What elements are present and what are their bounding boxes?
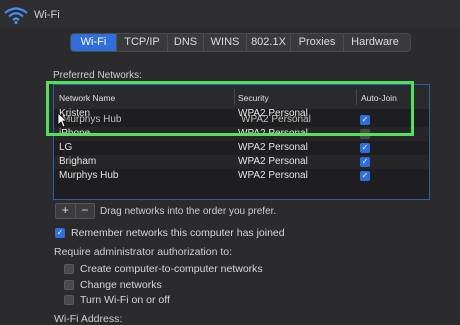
auto-join-checkbox[interactable]: ✓	[360, 171, 370, 181]
table-row-brigham[interactable]: Brigham WPA2 Personal ✓	[54, 155, 429, 169]
admin-authorization-label: Require administrator authorization to:	[54, 246, 233, 258]
table-row-iphone[interactable]: iPhone WPA2 Personal ✓	[54, 127, 429, 141]
change-networks-option[interactable]: Change networks	[64, 279, 162, 291]
column-network-name[interactable]: Network Name	[59, 93, 115, 103]
network-name: LG	[59, 142, 73, 153]
network-name: Murphys Hub	[59, 170, 119, 181]
remember-networks-checkbox[interactable]: ✓	[55, 228, 65, 238]
security-value: WPA2 Personal	[238, 170, 308, 181]
create-network-label: Create computer-to-computer networks	[80, 263, 263, 275]
tab-wifi[interactable]: Wi-Fi	[71, 34, 117, 51]
auto-join-checkbox[interactable]: ✓	[360, 143, 370, 153]
toggle-wifi-checkbox[interactable]	[64, 295, 74, 305]
preferred-networks-table[interactable]: Network Name Security Auto-Join Kristen …	[53, 84, 430, 200]
auto-join-checkbox[interactable]: ✓	[360, 115, 370, 125]
dragged-security-value: WPA2 Personal	[241, 114, 311, 125]
column-divider	[356, 89, 357, 105]
table-header: Network Name Security Auto-Join	[54, 85, 429, 109]
change-networks-label: Change networks	[80, 279, 162, 291]
auto-join-checkbox[interactable]: ✓	[360, 157, 370, 167]
dragged-network-name: Murphys Hub	[62, 114, 122, 125]
network-name: iPhone	[59, 128, 91, 139]
change-networks-checkbox[interactable]	[64, 280, 74, 290]
wifi-icon	[4, 7, 28, 25]
table-row-murphys-hub[interactable]: Murphys Hub WPA2 Personal ✓	[54, 169, 429, 183]
tab-8021x[interactable]: 802.1X	[247, 34, 291, 51]
security-value: WPA2 Personal	[238, 128, 308, 139]
tab-dns[interactable]: DNS	[168, 34, 204, 51]
add-remove-control: + −	[55, 203, 95, 219]
network-name: Brigham	[59, 156, 97, 167]
column-auto-join[interactable]: Auto-Join	[361, 93, 397, 103]
auto-join-checkbox[interactable]: ✓	[360, 129, 370, 139]
remember-networks-option[interactable]: ✓ Remember networks this computer has jo…	[55, 227, 285, 239]
add-network-button[interactable]: +	[56, 204, 76, 218]
window-title: Wi-Fi	[34, 9, 60, 21]
security-value: WPA2 Personal	[238, 156, 308, 167]
tab-hardware[interactable]: Hardware	[344, 34, 406, 51]
toggle-wifi-label: Turn Wi-Fi on or off	[80, 294, 170, 306]
title-bar: Wi-Fi	[0, 0, 460, 28]
column-security[interactable]: Security	[238, 93, 269, 103]
table-row-lg[interactable]: LG WPA2 Personal ✓	[54, 141, 429, 155]
remember-networks-label: Remember networks this computer has join…	[71, 227, 285, 239]
tab-tcpip[interactable]: TCP/IP	[117, 34, 168, 51]
drag-hint: Drag networks into the order you prefer.	[100, 206, 277, 217]
mouse-cursor-icon	[57, 112, 67, 128]
create-network-checkbox[interactable]	[64, 264, 74, 274]
tab-wins[interactable]: WINS	[204, 34, 247, 51]
column-divider	[234, 89, 235, 105]
wifi-address-label: Wi-Fi Address:	[54, 313, 123, 325]
tab-proxies[interactable]: Proxies	[291, 34, 344, 51]
create-network-option[interactable]: Create computer-to-computer networks	[64, 263, 263, 275]
preferred-networks-label: Preferred Networks:	[53, 70, 142, 81]
security-value: WPA2 Personal	[238, 142, 308, 153]
tab-bar: Wi-Fi TCP/IP DNS WINS 802.1X Proxies Har…	[70, 33, 411, 52]
toggle-wifi-option[interactable]: Turn Wi-Fi on or off	[64, 294, 170, 306]
remove-network-button[interactable]: −	[76, 204, 95, 218]
table-row-kristen[interactable]: Kristen Murphys Hub WPA2 Personal WPA2 P…	[54, 108, 429, 127]
